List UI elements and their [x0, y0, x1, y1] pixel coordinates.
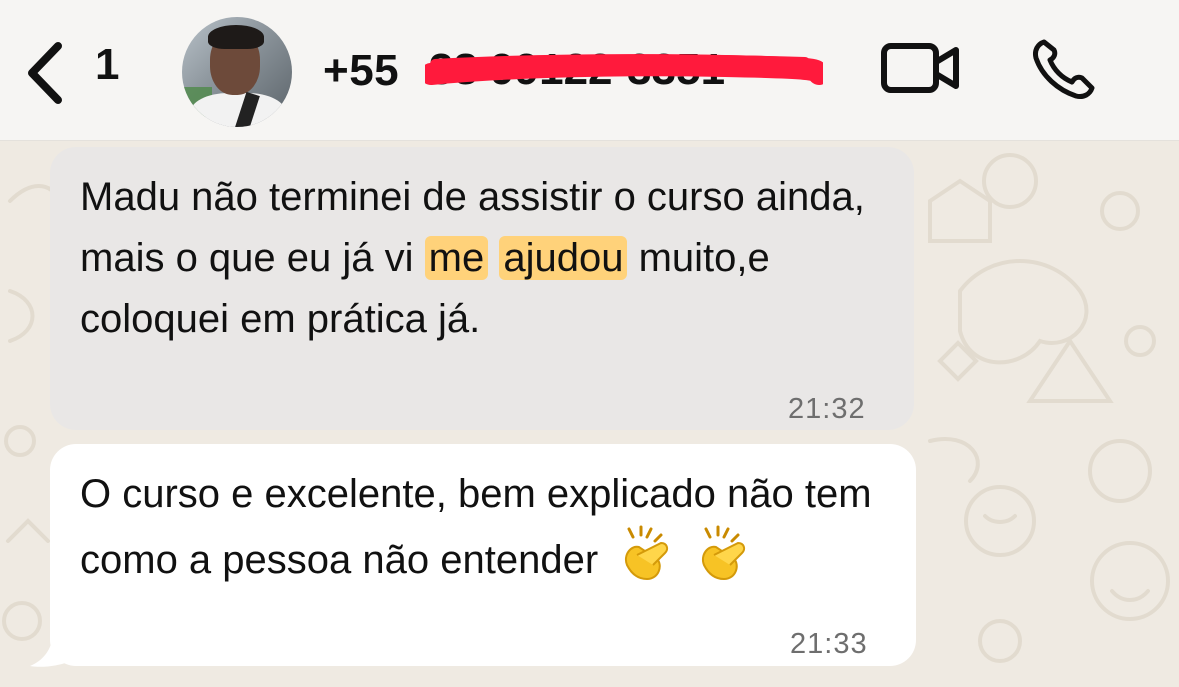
bubble-tail [30, 640, 68, 667]
message-text: O curso e excelente, bem explicado não t… [80, 464, 890, 591]
redacted-phone-number: 38 99122-3351 [420, 45, 830, 94]
chat-header: 1 +55 38 99122-3351 [0, 0, 1179, 141]
message-timestamp: 21:33 [790, 628, 868, 660]
chevron-left-icon [28, 42, 62, 104]
clapping-hands-icon [625, 525, 669, 581]
video-call-button[interactable] [880, 40, 962, 96]
highlighted-text: ajudou [499, 236, 628, 280]
phone-icon [1033, 39, 1095, 99]
back-button[interactable] [22, 38, 72, 108]
clapping-hands-icon [702, 525, 746, 581]
voice-call-button[interactable] [1030, 36, 1098, 100]
message-text-part: O curso e excelente, bem explicado não t… [80, 472, 872, 582]
message-timestamp: 21:32 [788, 393, 866, 425]
message-text: Madu não terminei de assistir o curso ai… [80, 167, 890, 350]
avatar[interactable] [182, 17, 292, 127]
contact-name[interactable]: +55 [323, 46, 399, 96]
message-bubble[interactable]: O curso e excelente, bem explicado não t… [50, 444, 916, 666]
message-bubble[interactable]: Madu não terminei de assistir o curso ai… [50, 147, 914, 430]
highlighted-text: me [424, 236, 489, 280]
unread-count[interactable]: 1 [95, 40, 119, 90]
video-camera-icon [881, 43, 959, 93]
